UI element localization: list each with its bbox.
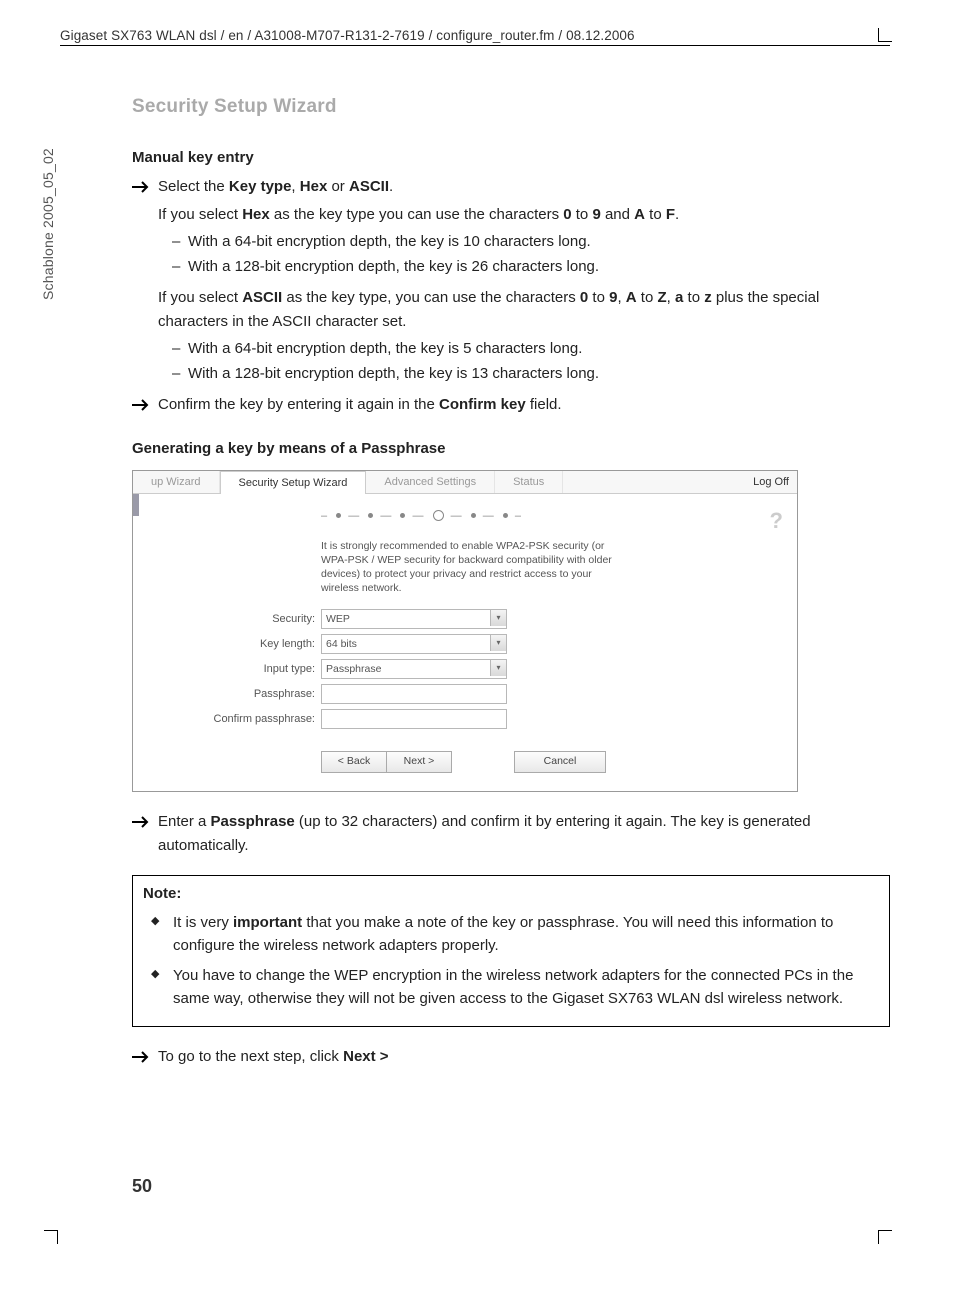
list-item: With a 64-bit encryption depth, the key … [172,337,890,360]
header-rule [60,45,890,46]
label-inputtype: Input type: [143,661,321,678]
arrow-icon [132,813,152,827]
step-select-keytype: Select the Key type, Hex or ASCII. [132,175,890,198]
side-accent [133,494,139,516]
keylength-value: 64 bits [326,636,357,652]
cancel-button[interactable]: Cancel [514,751,606,773]
ascii-bullets: With a 64-bit encryption depth, the key … [132,337,890,386]
tab-setup-wizard[interactable]: up Wizard [133,471,220,493]
arrow-icon [132,1048,152,1062]
crop-mark-icon [878,28,892,42]
back-button[interactable]: < Back [321,751,386,773]
note-item: It is very important that you make a not… [143,911,879,958]
note-box: Note: It is very important that you make… [132,875,890,1027]
step-enter-passphrase: Enter a Passphrase (up to 32 characters)… [132,810,890,857]
note-title: Note: [143,882,879,905]
tab-advanced-settings[interactable]: Advanced Settings [366,471,495,493]
arrow-icon [132,178,152,192]
note-item: You have to change the WEP encryption in… [143,964,879,1011]
confirm-passphrase-input[interactable] [321,709,507,729]
passphrase-input[interactable] [321,684,507,704]
tab-security-setup-wizard[interactable]: Security Setup Wizard [220,471,367,494]
step-goto-next: To go to the next step, click Next > [132,1045,890,1068]
chevron-down-icon: ▾ [490,660,506,676]
passphrase-heading: Generating a key by means of a Passphras… [132,437,890,460]
router-wizard-screenshot: up Wizard Security Setup Wizard Advanced… [132,470,798,793]
label-confirm-passphrase: Confirm passphrase: [143,711,321,728]
security-value: WEP [326,611,350,627]
list-item: With a 128-bit encryption depth, the key… [172,362,890,385]
keylength-dropdown[interactable]: 64 bits ▾ [321,634,507,654]
hex-explain: If you select Hex as the key type you ca… [132,203,890,226]
list-item: With a 64-bit encryption depth, the key … [172,230,890,253]
next-button[interactable]: Next > [386,751,452,773]
hex-bullets: With a 64-bit encryption depth, the key … [132,230,890,279]
label-passphrase: Passphrase: [143,686,321,703]
page-number: 50 [132,1176,152,1197]
section-title: Security Setup Wizard [132,96,890,118]
header-path: Gigaset SX763 WLAN dsl / en / A31008-M70… [60,28,890,43]
help-icon[interactable]: ? [770,504,783,538]
tab-bar: up Wizard Security Setup Wizard Advanced… [133,471,797,494]
logoff-link[interactable]: Log Off [753,474,789,491]
step-confirm-key: Confirm the key by entering it again in … [132,393,890,416]
chevron-down-icon: ▾ [490,635,506,651]
crop-mark-icon [878,1230,892,1244]
label-keylength: Key length: [143,636,321,653]
list-item: With a 128-bit encryption depth, the key… [172,255,890,278]
inputtype-value: Passphrase [326,661,381,677]
step-indicator: – — — — — — – [321,508,787,525]
tab-status[interactable]: Status [495,471,563,493]
wizard-info-text: It is strongly recommended to enable WPA… [321,539,621,596]
security-dropdown[interactable]: WEP ▾ [321,609,507,629]
ascii-explain: If you select ASCII as the key type, you… [132,286,890,333]
manual-key-heading: Manual key entry [132,146,890,169]
arrow-icon [132,396,152,410]
template-version-label: Schablone 2005_05_02 [40,148,56,300]
label-security: Security: [143,611,321,628]
crop-mark-icon [44,1230,58,1244]
chevron-down-icon: ▾ [490,610,506,626]
inputtype-dropdown[interactable]: Passphrase ▾ [321,659,507,679]
